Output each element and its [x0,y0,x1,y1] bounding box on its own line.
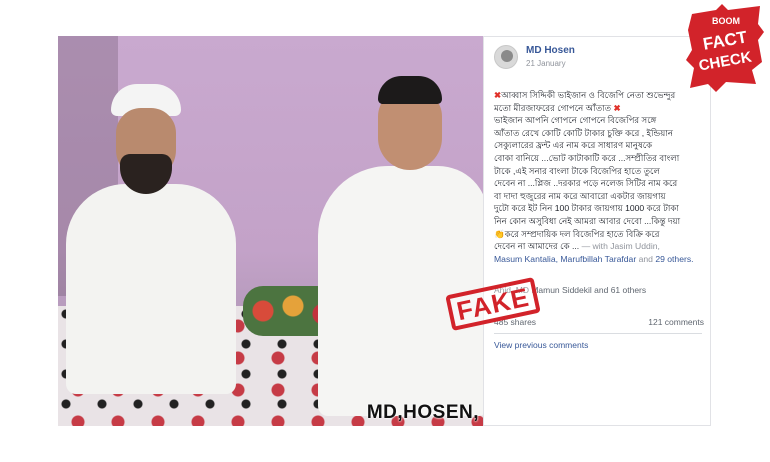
fact-check-badge-graphic: BOOM FACT CHECK [686,4,764,92]
post-line: বোকা বানিয়ে ...ভোট কাটাকাটি করে ...সম্প… [494,152,680,163]
post-line: দেবেন না আমাদের কে ... [494,241,580,252]
post-line: টাকে ,এই সনার বাংলা টাকে বিজেপির হাতে তু… [494,165,660,176]
post-stats: 485 shares 121 comments [494,317,704,327]
view-previous-comments-link[interactable]: View previous comments [494,340,588,350]
post-date[interactable]: 21 January [526,59,575,68]
divider [494,333,702,334]
post-line: সেক্যুলারের ফ্রন্ট এর নাম করে সাধারণ মান… [494,140,653,151]
person-right [308,76,483,416]
post-line: নিন কোন অসুবিধা নেই আমরা আবার দেবো ...কি… [494,215,681,226]
post-body: ✖ আব্বাস সিদ্দিকী ভাইজান ও বিজেপি নেতা শু… [494,89,704,265]
person-left [66,84,236,394]
photo-watermark: MD,HOSEN, [366,402,479,423]
post-line: দুটো করে ইট নিন 100 টাকার জায়গায় 1000 … [494,203,679,214]
post-line: ভাইজান আপনি গোপনে গোপনে বিজেপির সঙ্গে [494,115,657,126]
post-photo[interactable]: MD,HOSEN, [58,36,483,426]
comments-count[interactable]: 121 comments [648,317,704,327]
post-author[interactable]: MD Hosen [526,45,575,56]
post-line: মতো মীরজাফরের গোপনে আঁতাত [494,102,612,113]
fact-check-badge-icon: BOOM FACT CHECK [686,4,766,94]
clap-emoji-icon: 👏 [494,228,505,239]
post-line: দেবেন না ...প্লিজ ..দরকার পড়ে নলেজ সিটি… [494,178,678,189]
tagged-people-link[interactable]: Masum Kantalia, Marufbillah Tarafdar [494,254,636,264]
cross-mark-icon: ✖ [613,102,621,113]
post-line: করে সম্প্রদায়িক দল বিজেপির হাতে বিক্রি … [504,228,660,239]
facebook-post: MD Hosen 21 January ✖ আব্বাস সিদ্দিকী ভাই… [483,36,711,426]
post-line: আঁতাত রেখে কোটি কোটি টাকার চুক্তি করে , … [494,127,673,138]
with-and: and [638,253,653,264]
avatar[interactable] [494,45,518,69]
tagged-others-link[interactable]: 29 others. [655,254,693,264]
post-header: MD Hosen 21 January [494,45,575,69]
post-line: আব্বাস সিদ্দিকী ভাইজান ও বিজেপি নেতা শুভ… [501,90,676,100]
badge-top: BOOM [712,16,740,26]
with-prefix: — with Jasim Uddin, [581,241,660,252]
fact-check-page: MD,HOSEN, MD Hosen 21 January ✖ আব্বাস সি… [0,0,770,462]
post-line: বা দাদা হুজুরের নাম করে আবারো একটার জায়… [494,190,666,201]
